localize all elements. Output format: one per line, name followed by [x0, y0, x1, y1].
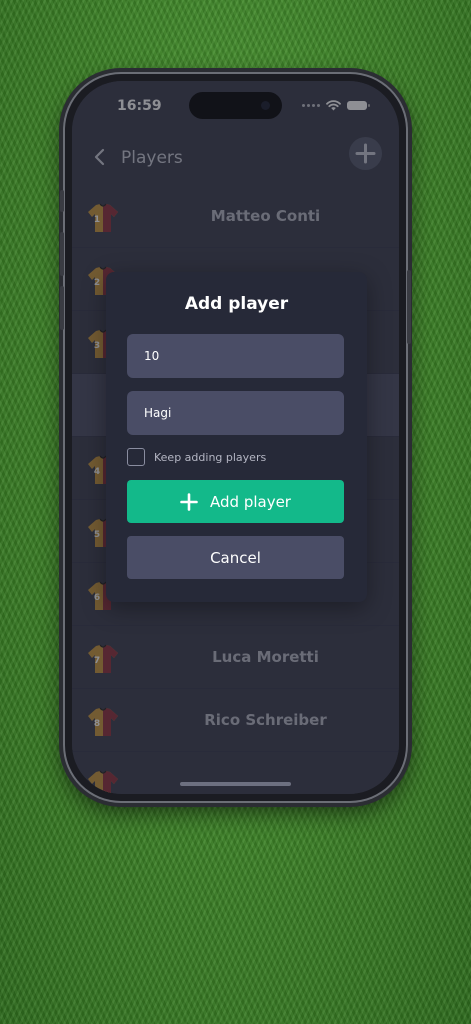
player-number-field[interactable]: [127, 334, 344, 378]
cancel-button-label: Cancel: [210, 548, 261, 567]
app-screen: 16:59 Players: [72, 81, 399, 794]
keep-adding-row[interactable]: Keep adding players: [127, 448, 266, 466]
silent-switch: [60, 190, 64, 212]
dialog-title: Add player: [184, 294, 289, 314]
cancel-button[interactable]: Cancel: [127, 536, 344, 579]
volume-down-button: [60, 286, 64, 330]
phone-frame: 16:59 Players: [60, 72, 411, 803]
add-player-button-label: Add player: [210, 492, 291, 511]
home-indicator: [180, 782, 291, 786]
add-player-dialog: Add player Keep adding players Add playe…: [106, 272, 367, 602]
volume-up-button: [60, 232, 64, 276]
power-button: [407, 270, 411, 344]
keep-adding-checkbox[interactable]: [127, 448, 145, 466]
add-player-button[interactable]: Add player: [127, 480, 344, 523]
keep-adding-label: Keep adding players: [154, 450, 267, 464]
player-name-field[interactable]: [127, 391, 344, 435]
plus-icon: [180, 492, 198, 511]
